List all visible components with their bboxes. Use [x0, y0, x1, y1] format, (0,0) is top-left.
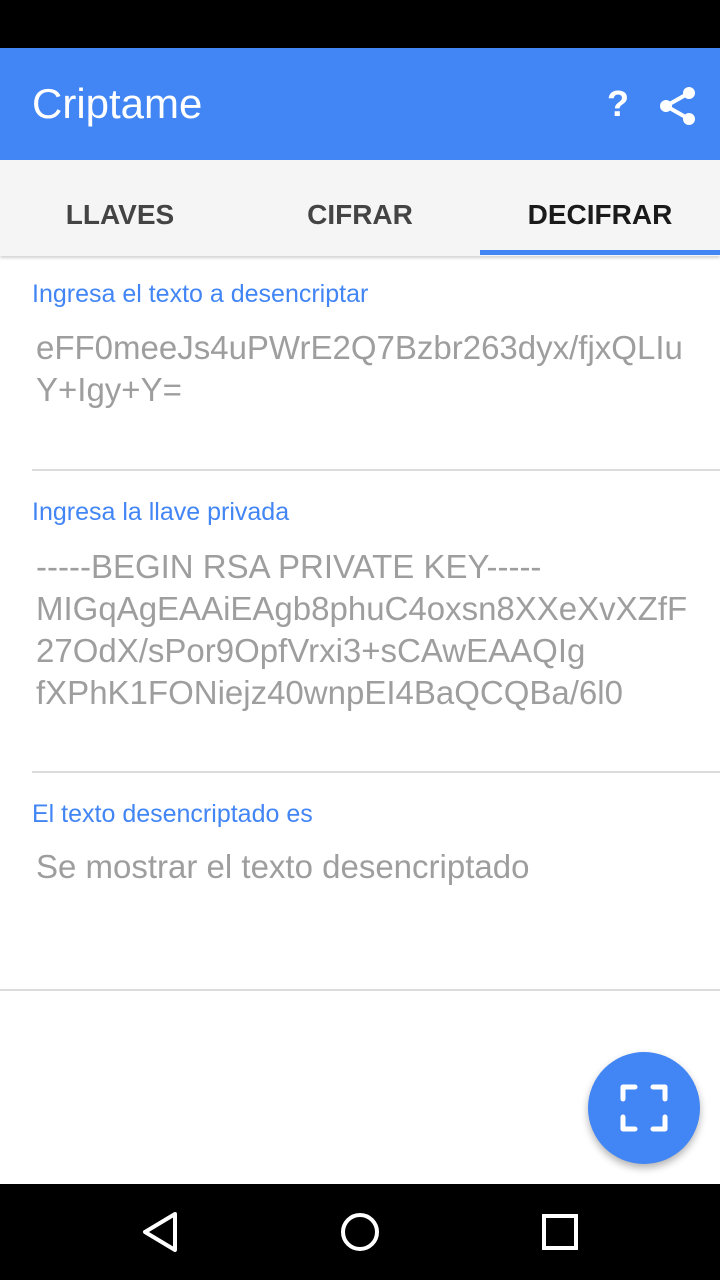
tab-cifrar[interactable]: CIFRAR [240, 160, 480, 256]
status-bar [0, 0, 720, 48]
result-label: El texto desencriptado es [32, 800, 313, 828]
tab-llaves[interactable]: LLAVES [0, 160, 240, 256]
private-key-label: Ingresa la llave privada [32, 498, 290, 526]
scan-frame-icon [620, 1084, 668, 1132]
private-key-divider [32, 771, 720, 773]
result-divider [0, 989, 720, 991]
ciphertext-input[interactable]: eFF0meeJs4uPWrE2Q7Bzbr263dyx/fjxQLIuY+Ig… [36, 327, 696, 411]
result-output: Se mostrar el texto desencriptado [36, 848, 530, 885]
tab-decifrar[interactable]: DECIFRAR [480, 160, 720, 256]
share-icon[interactable] [656, 84, 700, 128]
recents-icon[interactable] [536, 1208, 584, 1256]
navigation-bar [0, 1184, 720, 1280]
ciphertext-label: Ingresa el texto a desencriptar [32, 280, 369, 308]
private-key-input[interactable]: -----BEGIN RSA PRIVATE KEY----- MIGqAgEA… [36, 546, 696, 756]
tab-bar: LLAVES CIFRAR DECIFRAR [0, 160, 720, 256]
home-icon[interactable] [336, 1208, 384, 1256]
active-tab-indicator [480, 250, 720, 255]
back-icon[interactable] [136, 1208, 184, 1256]
scan-fab-button[interactable] [588, 1052, 700, 1164]
help-button[interactable]: ? [596, 80, 640, 128]
ciphertext-divider [32, 469, 720, 471]
app-bar: Criptame ? [0, 48, 720, 160]
app-title: Criptame [32, 80, 203, 127]
